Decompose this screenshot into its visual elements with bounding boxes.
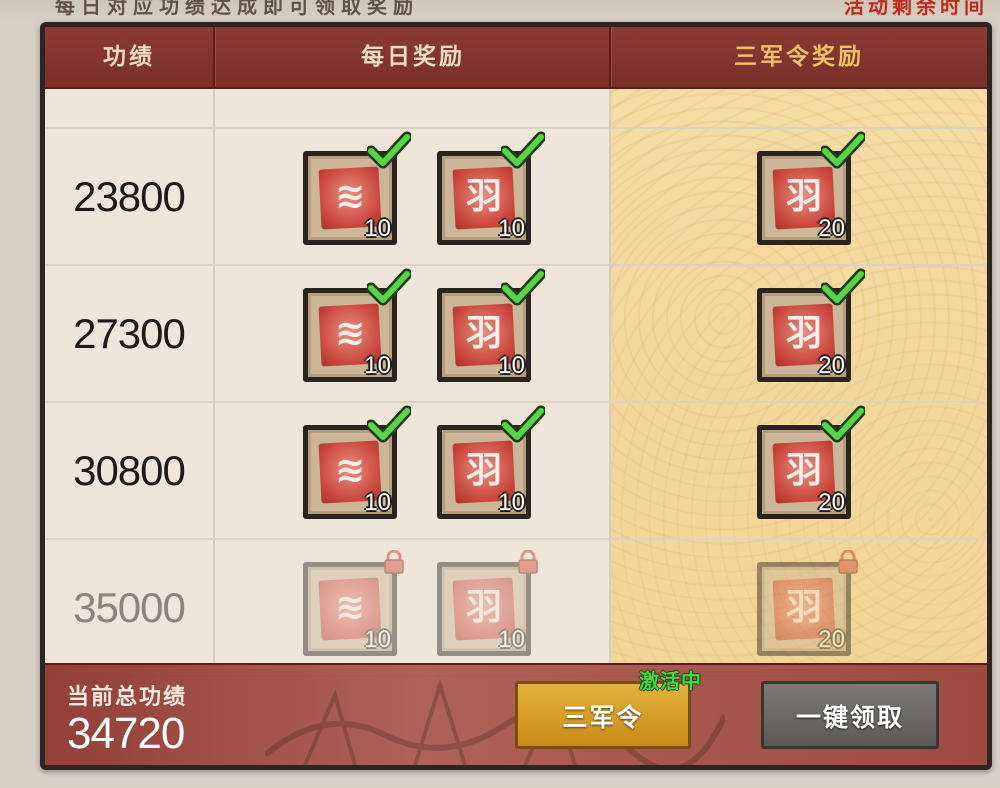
table-row: 23800 ≋ 10 羽 10 羽 20 [45,129,987,266]
item-quantity: 10 [498,352,525,379]
claim-all-button[interactable]: 一键领取 [761,681,939,749]
scrolled-row-edge [45,89,987,129]
background-strip: 每日对应功绩达成即可领取奖励 活动剩余时间 [0,0,1000,24]
table-row: 27300 ≋ 10 羽 10 羽 20 [45,266,987,403]
reward-item[interactable]: 羽 10 [437,549,538,656]
padlock-icon [837,549,859,574]
rewards-panel: 功绩 每日奖励 三军令奖励 23800 ≋ 10 羽 10 羽 20 27300 ≋ 10 羽 10 羽… [40,22,992,770]
sanjun-active-badge: 激活中 [639,669,702,693]
reward-item[interactable]: ≋ 10 [303,268,413,382]
green-check-icon [819,131,867,171]
green-check-icon [365,268,413,308]
item-quantity: 10 [498,489,525,516]
footer-bar: 当前总功绩 34720 三军令 激活中 一键领取 [45,663,987,765]
item-quantity: 10 [498,626,525,653]
item-quantity: 20 [818,626,845,653]
row-score: 23800 [73,173,186,220]
rewards-table[interactable]: 23800 ≋ 10 羽 10 羽 20 27300 ≋ 10 羽 10 羽 20 30800 ≋ 10 羽 10 羽… [45,89,987,677]
green-check-icon [365,131,413,171]
reward-item[interactable]: ≋ 10 [303,549,404,656]
green-check-icon [365,405,413,445]
green-check-icon [499,405,547,445]
green-check-icon [499,268,547,308]
padlock-icon [517,549,539,574]
top-banner-text: 每日对应功绩达成即可领取奖励 [55,0,419,18]
reward-item[interactable]: 羽 20 [757,131,867,245]
reward-item[interactable]: 羽 20 [757,268,867,382]
reward-item[interactable]: 羽 10 [437,405,547,519]
header-score: 功绩 [103,44,155,70]
total-score-label: 当前总功绩 [67,685,188,710]
table-header: 功绩 每日奖励 三军令奖励 [45,27,987,89]
header-sanjun-reward: 三军令奖励 [734,44,864,70]
reward-item[interactable]: 羽 10 [437,131,547,245]
reward-item[interactable]: 羽 20 [757,405,867,519]
item-quantity: 10 [364,626,391,653]
item-quantity: 10 [364,352,391,379]
table-row: 35000 ≋ 10 羽 10 羽 20 [45,540,987,677]
green-check-icon [819,405,867,445]
total-score-value: 34720 [67,709,185,758]
item-quantity: 20 [818,352,845,379]
top-banner-timer: 活动剩余时间 [844,0,988,18]
table-row: 30800 ≋ 10 羽 10 羽 20 [45,403,987,540]
item-quantity: 20 [818,489,845,516]
reward-item[interactable]: ≋ 10 [303,131,413,245]
row-score: 27300 [73,310,186,357]
item-quantity: 20 [818,215,845,242]
reward-item[interactable]: ≋ 10 [303,405,413,519]
item-quantity: 10 [498,215,525,242]
green-check-icon [499,131,547,171]
item-quantity: 10 [364,215,391,242]
reward-item[interactable]: 羽 10 [437,268,547,382]
reward-item[interactable]: 羽 20 [757,549,858,656]
row-score: 30800 [73,447,186,494]
row-score: 35000 [73,584,186,631]
padlock-icon [383,549,405,574]
item-quantity: 10 [364,489,391,516]
green-check-icon [819,268,867,308]
header-daily-reward: 每日奖励 [361,44,465,70]
